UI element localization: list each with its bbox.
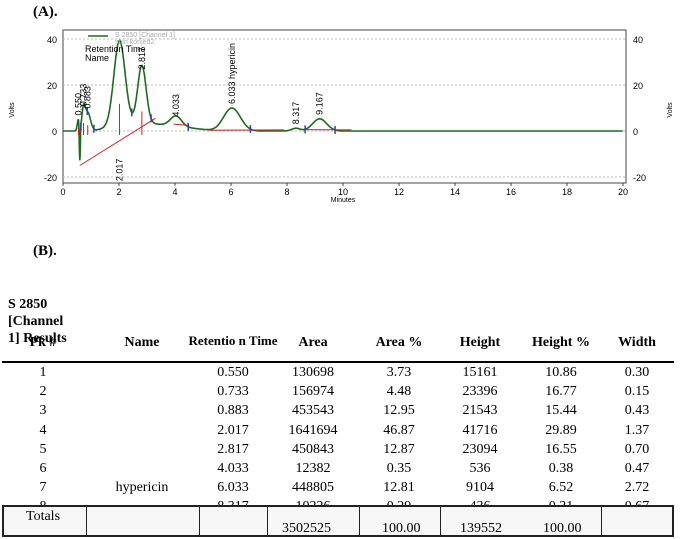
column-header: Area % bbox=[375, 335, 423, 350]
table-cell: 130698 bbox=[292, 365, 334, 380]
y-axis-label: Volts bbox=[9, 102, 16, 118]
legend-series: S 2850 [Channel 1] bbox=[115, 32, 175, 39]
table-cell: 12.95 bbox=[383, 403, 415, 419]
peak-label: 8.317 bbox=[291, 102, 301, 125]
totals-height: 139552 bbox=[460, 521, 502, 536]
y-axis-label-right: Volts bbox=[667, 102, 674, 118]
x-tick-label: 6 bbox=[228, 187, 233, 197]
table-cell: 448805 bbox=[292, 480, 334, 496]
peak-label: 2.017 bbox=[114, 159, 124, 182]
integration-baseline bbox=[79, 117, 156, 166]
table-cell: 2.72 bbox=[624, 480, 650, 496]
y-tick-label-right: 0 bbox=[633, 127, 638, 137]
peak-label: 4.033 bbox=[171, 94, 181, 117]
x-tick-label: 2 bbox=[116, 187, 121, 197]
table-cell: 0.43 bbox=[624, 403, 650, 419]
x-tick-label: 12 bbox=[394, 187, 404, 197]
panel-a-label: (A). bbox=[33, 4, 58, 20]
table-cell: 23396 bbox=[462, 384, 498, 400]
peak-label: 6.033 hypericin bbox=[227, 43, 237, 104]
table-cell: 21543 bbox=[462, 403, 498, 419]
table-cell: 453543 bbox=[292, 403, 334, 419]
table-cell: 0.35 bbox=[386, 461, 412, 476]
legend-label: Name bbox=[85, 53, 109, 63]
table-cell: 0.70 bbox=[624, 441, 650, 457]
totals-height-pct: 100.00 bbox=[543, 521, 582, 536]
table-cell: 3 bbox=[39, 403, 47, 419]
column-header: Name bbox=[124, 335, 160, 350]
table-cell: 1641694 bbox=[288, 422, 338, 438]
x-tick-label: 4 bbox=[172, 187, 177, 197]
plot-frame bbox=[62, 29, 627, 184]
column-header: Height bbox=[459, 335, 501, 350]
y-tick-label: 0 bbox=[52, 127, 57, 137]
x-tick-label: 14 bbox=[450, 187, 460, 197]
table-cell: 4.033 bbox=[217, 461, 249, 476]
chromatogram-trace bbox=[63, 39, 623, 161]
totals-area-pct: 100.00 bbox=[382, 521, 421, 536]
table-cell: 2.017 bbox=[217, 422, 249, 438]
table-cell: 2 bbox=[39, 384, 47, 400]
x-tick-label: 8 bbox=[284, 187, 289, 197]
table-cell: 41716 bbox=[462, 422, 498, 438]
table-cell: 1.37 bbox=[624, 422, 650, 438]
y-tick-label-right: 40 bbox=[633, 35, 643, 45]
panel-b-label: (B). bbox=[33, 243, 57, 259]
totals-label: Totals bbox=[26, 509, 61, 524]
table-cell: 0.883 bbox=[217, 403, 249, 419]
table-cell: 6 bbox=[39, 461, 47, 476]
table-cell: 9104 bbox=[466, 480, 494, 496]
x-tick-label: 0 bbox=[60, 187, 65, 197]
column-header: Area bbox=[298, 335, 328, 350]
table-cell: 0.47 bbox=[624, 461, 650, 476]
table-cell: 5 bbox=[39, 441, 47, 457]
table-cell: 0.733 bbox=[217, 384, 249, 400]
totals-row: Totals 3502525 100.00 139552 100.00 bbox=[2, 505, 674, 537]
results-title-line: S 2850 bbox=[8, 297, 48, 312]
x-tick-label: 20 bbox=[618, 187, 628, 197]
table-cell: 12382 bbox=[295, 461, 331, 476]
table-cell: 156974 bbox=[292, 384, 334, 400]
table-cell: 2.817 bbox=[217, 441, 249, 457]
y-tick-label: 40 bbox=[47, 35, 57, 45]
table-cell: 0.30 bbox=[624, 365, 650, 380]
table-cell: 6.033 bbox=[217, 480, 249, 496]
peak-label: 0.883 bbox=[83, 86, 93, 109]
y-tick-label: -20 bbox=[44, 173, 57, 183]
chromatogram: -20 -200 020 2040 400 2 4 6 8 10 12 14 16 18 20Minutes… bbox=[9, 29, 674, 204]
table-cell: 536 bbox=[469, 461, 491, 476]
peak-label: 9.167 bbox=[315, 92, 325, 115]
table-cell: 1 bbox=[39, 365, 47, 380]
table-cell: 4.48 bbox=[386, 384, 412, 400]
column-header: Retentio n Time bbox=[188, 333, 278, 348]
x-axis-label: Minutes bbox=[331, 197, 356, 204]
table-cell: 12.81 bbox=[383, 480, 415, 496]
column-header: Width bbox=[618, 335, 656, 350]
totals-area: 3502525 bbox=[282, 521, 331, 536]
table-cell: 3.73 bbox=[386, 365, 412, 380]
y-tick-label-right: 20 bbox=[633, 81, 643, 91]
table-cell: hypericin bbox=[115, 480, 169, 496]
results-title-line: [Channel bbox=[8, 314, 64, 329]
table-cell: 23094 bbox=[462, 441, 498, 457]
table-cell: 0.550 bbox=[217, 365, 249, 380]
table-cell: 15161 bbox=[462, 365, 498, 380]
x-tick-label: 10 bbox=[338, 187, 348, 197]
table-cell: 4 bbox=[39, 422, 47, 438]
table-cell: 7 bbox=[39, 480, 47, 496]
y-tick-label: 20 bbox=[47, 81, 57, 91]
x-tick-label: 16 bbox=[506, 187, 516, 197]
column-header: Pk # bbox=[29, 335, 57, 350]
table-cell: 0.15 bbox=[624, 384, 650, 400]
table-cell: 12.87 bbox=[383, 441, 415, 457]
y-tick-label-right: -20 bbox=[633, 173, 646, 183]
table-cell: 450843 bbox=[292, 441, 334, 457]
table-cell: 46.87 bbox=[383, 422, 415, 438]
x-tick-label: 18 bbox=[562, 187, 572, 197]
